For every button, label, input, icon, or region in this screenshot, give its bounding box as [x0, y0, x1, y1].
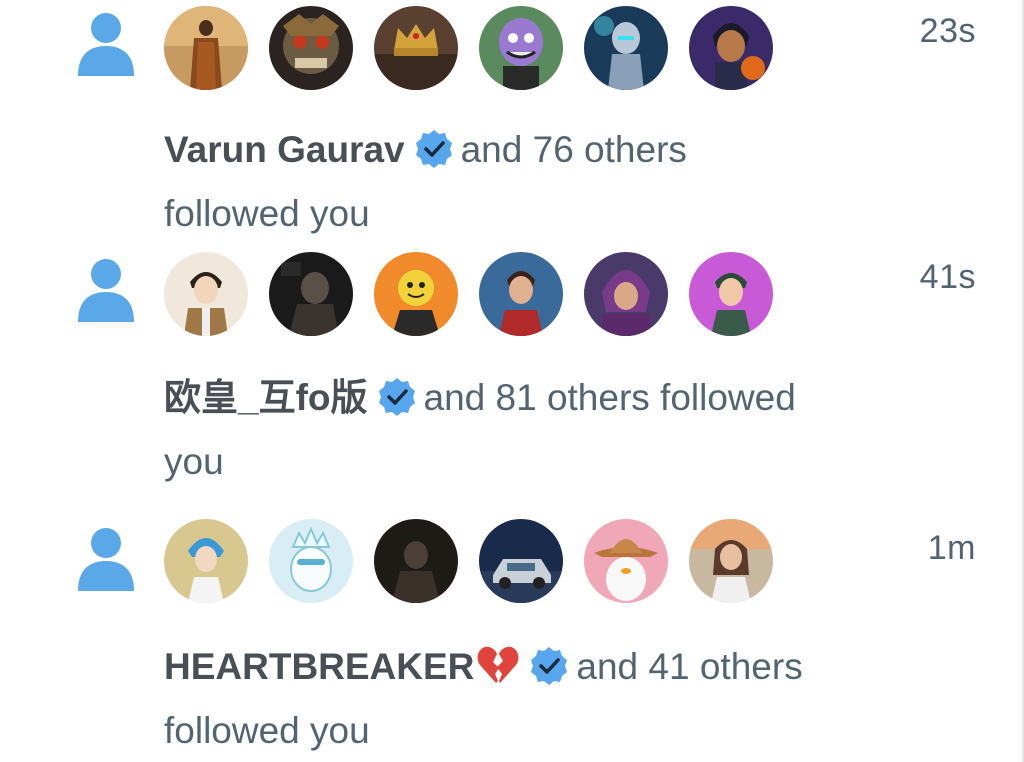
notification-message: HEARTBREAKER and 41 others followed you	[164, 635, 884, 762]
avatar[interactable]	[374, 519, 458, 603]
action-text: followed you	[164, 710, 370, 751]
notification-message: 欧皇_互fo版 and 81 others followed you	[164, 366, 884, 494]
follower-name[interactable]: Varun Gaurav	[164, 129, 405, 170]
timestamp: 1m	[927, 529, 976, 567]
follower-name[interactable]: HEARTBREAKER	[164, 646, 474, 687]
follow-notification[interactable]: 23s Varun Gaurav and 76 others followed yo…	[0, 0, 1020, 250]
follow-notification[interactable]: 1m HEARTBREAKER and 41 others followed you	[0, 515, 1020, 762]
avatar[interactable]	[584, 519, 668, 603]
follower-avatars	[164, 519, 773, 603]
timestamp: 23s	[919, 12, 976, 50]
avatar[interactable]	[689, 252, 773, 336]
action-text: you	[164, 441, 224, 482]
avatar[interactable]	[374, 6, 458, 90]
avatar[interactable]	[269, 519, 353, 603]
person-icon	[78, 259, 134, 322]
avatar[interactable]	[269, 252, 353, 336]
verified-badge-icon	[531, 647, 568, 685]
others-count: and 81 others followed	[423, 377, 796, 418]
avatar[interactable]	[689, 6, 773, 90]
timestamp: 41s	[919, 258, 976, 296]
avatar[interactable]	[269, 6, 353, 90]
avatar[interactable]	[479, 519, 563, 603]
person-icon	[78, 13, 134, 76]
follower-avatars	[164, 6, 773, 90]
follower-name[interactable]: 欧皇_互fo版	[164, 377, 368, 418]
notification-message: Varun Gaurav and 76 others followed you	[164, 118, 884, 246]
avatar[interactable]	[479, 6, 563, 90]
follower-avatars	[164, 252, 773, 336]
others-count: and 76 others	[460, 129, 687, 170]
avatar[interactable]	[479, 252, 563, 336]
follow-notification[interactable]: 41s 欧皇_互fo版 and 81 others followed you	[0, 250, 1020, 515]
avatar[interactable]	[164, 252, 248, 336]
verified-badge-icon	[415, 130, 452, 168]
avatar[interactable]	[374, 252, 458, 336]
avatar[interactable]	[164, 6, 248, 90]
broken-heart-icon	[477, 646, 519, 683]
avatar[interactable]	[584, 252, 668, 336]
avatar[interactable]	[164, 519, 248, 603]
notifications-feed: 23s Varun Gaurav and 76 others followed yo…	[0, 0, 1024, 762]
action-text: followed you	[164, 193, 370, 234]
avatar[interactable]	[689, 519, 773, 603]
avatar[interactable]	[584, 6, 668, 90]
person-icon	[78, 528, 134, 591]
verified-badge-icon	[378, 378, 415, 416]
others-count: and 41 others	[576, 646, 803, 687]
